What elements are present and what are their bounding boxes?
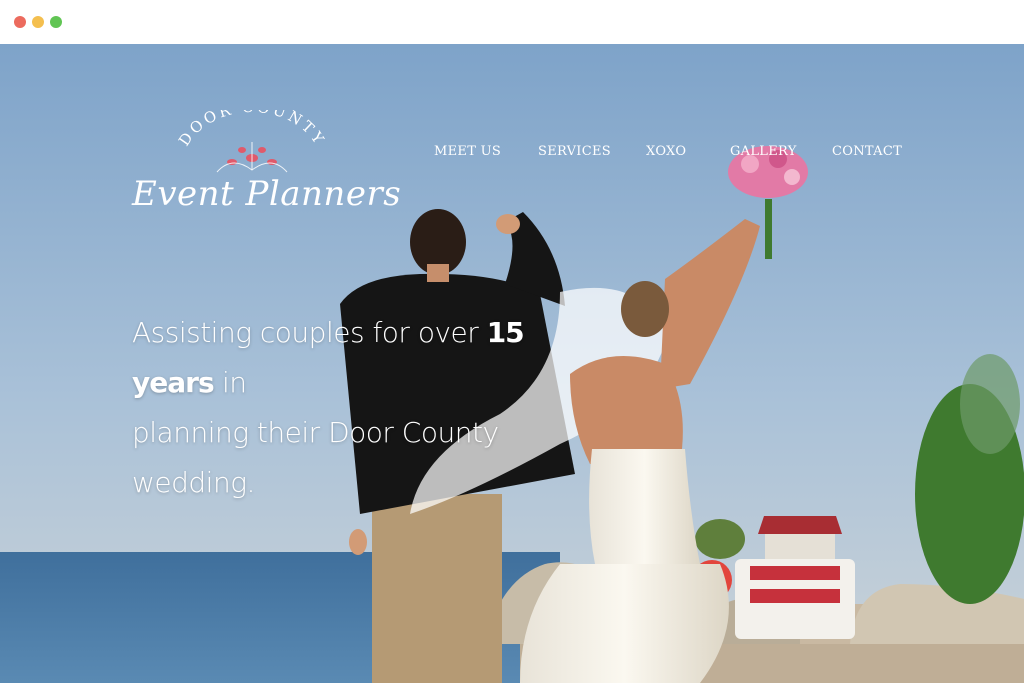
- nav-gallery[interactable]: GALLERY: [730, 144, 797, 159]
- logo-script-text: Event Planners: [132, 174, 402, 214]
- minimize-window-icon[interactable]: [32, 16, 44, 28]
- nav-contact[interactable]: CONTACT: [832, 144, 902, 159]
- tagline-start: Assisting couples for over: [132, 316, 487, 349]
- close-window-icon[interactable]: [14, 16, 26, 28]
- nav-services[interactable]: SERVICES: [538, 144, 611, 159]
- hero-section: DOOR COUNTY Event Planners MEET US SERVI…: [0, 44, 1024, 683]
- nav-meet-us[interactable]: MEET US: [434, 144, 501, 159]
- browser-chrome: [0, 0, 1024, 45]
- site-logo[interactable]: DOOR COUNTY Event Planners: [132, 110, 402, 218]
- nav-xoxo[interactable]: XOXO: [646, 144, 686, 159]
- tagline-line2: planning their Door County wedding.: [132, 416, 499, 499]
- hero-tagline: Assisting couples for over 15 years in p…: [132, 308, 552, 508]
- maximize-window-icon[interactable]: [50, 16, 62, 28]
- logo-floral-icon: DOOR COUNTY: [175, 110, 326, 173]
- tagline-mid: in: [213, 366, 247, 399]
